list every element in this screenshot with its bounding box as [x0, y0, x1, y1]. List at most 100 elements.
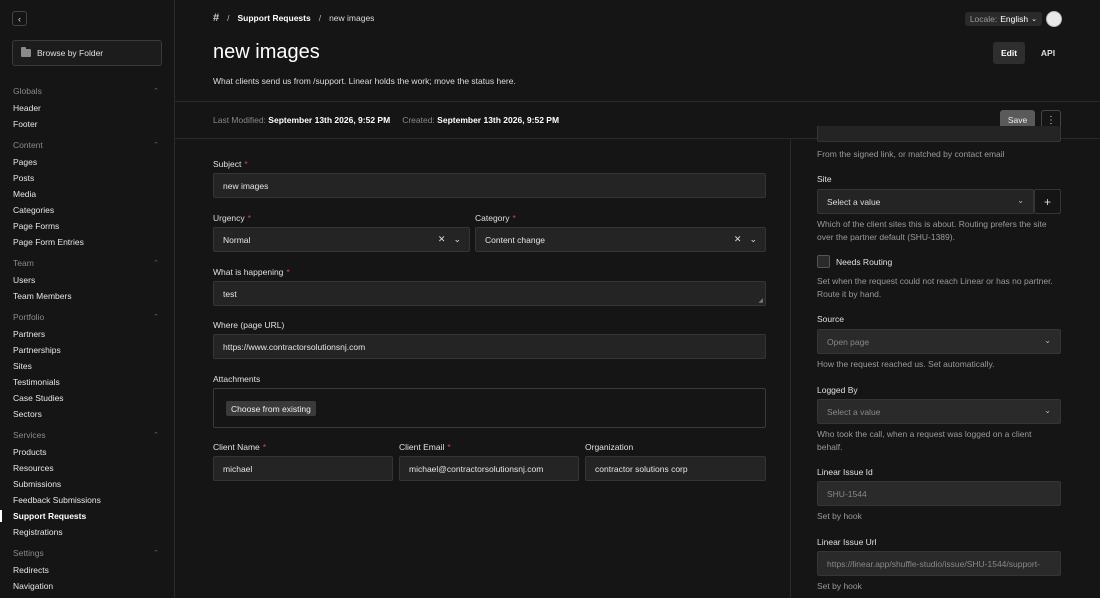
subject-field[interactable]: new images — [213, 173, 766, 198]
sidebar-item-how-it-works[interactable]: How It Works — [0, 594, 174, 598]
sidebar-item-posts[interactable]: Posts — [0, 170, 174, 186]
chevron-down-icon[interactable]: ⌄ — [453, 234, 461, 245]
breadcrumb-current: new images — [329, 13, 375, 23]
site-select[interactable]: Select a value ⌄ — [817, 189, 1034, 214]
organization-field[interactable]: contractor solutions corp — [585, 456, 766, 481]
chevron-down-icon[interactable]: ⌄ — [749, 234, 757, 245]
sidebar-item-case-studies[interactable]: Case Studies — [0, 390, 174, 406]
chevron-up-icon: ⌃ — [153, 550, 159, 557]
resize-handle-icon[interactable]: ◢ — [758, 297, 763, 304]
tab-edit[interactable]: Edit — [993, 42, 1025, 64]
sidebar-item-team-members[interactable]: Team Members — [0, 288, 174, 304]
chevron-down-icon: ⌄ — [1031, 16, 1037, 23]
subject-label: Subject * — [213, 159, 248, 169]
divider — [175, 101, 1100, 102]
source-label: Source — [817, 314, 844, 324]
sidebar-item-testimonials[interactable]: Testimonials — [0, 374, 174, 390]
tab-api[interactable]: API — [1034, 42, 1062, 64]
sidebar-item-page-forms[interactable]: Page Forms — [0, 218, 174, 234]
sidebar-item-redirects[interactable]: Redirects — [0, 562, 174, 578]
source-help: How the request reached us. Set automati… — [817, 359, 995, 369]
sidebar-item-sectors[interactable]: Sectors — [0, 406, 174, 422]
browse-by-folder-button[interactable]: Browse by Folder — [12, 40, 162, 66]
logged-by-help: Who took the call, when a request was lo… — [817, 429, 1032, 452]
client-name-label: Client Name * — [213, 442, 267, 452]
breadcrumb-parent[interactable]: Support Requests — [238, 13, 311, 23]
chevron-up-icon: ⌃ — [153, 88, 159, 95]
what-is-happening-textarea[interactable]: test ◢ — [213, 281, 766, 306]
sidebar-item-users[interactable]: Users — [0, 272, 174, 288]
contact-field[interactable] — [817, 126, 1061, 142]
locale-select[interactable]: Locale: English ⌄ — [964, 12, 1042, 26]
site-help: Which of the client sites this is about.… — [817, 219, 1047, 242]
sidebar-item-media[interactable]: Media — [0, 186, 174, 202]
urgency-select[interactable]: Normal ✕ ⌄ — [213, 227, 470, 252]
logged-by-select[interactable]: Select a value ⌄ — [817, 399, 1061, 424]
chevron-up-icon: ⌃ — [153, 432, 159, 439]
chevron-up-icon: ⌃ — [153, 142, 159, 149]
contact-help: From the signed link, or matched by cont… — [817, 149, 1005, 159]
organization-label: Organization — [585, 442, 634, 452]
what-is-happening-label: What is happening * — [213, 267, 290, 277]
sidebar-group-label: Team — [13, 258, 34, 268]
sidebar-group-content[interactable]: Content ⌃ — [0, 138, 174, 152]
clear-icon[interactable]: ✕ — [734, 234, 742, 245]
main-content: # / Support Requests / new images Locale… — [175, 0, 1100, 598]
sidebar-item-footer[interactable]: Footer — [0, 116, 174, 132]
sidebar-item-page-form-entries[interactable]: Page Form Entries — [0, 234, 174, 250]
clear-icon[interactable]: ✕ — [438, 234, 446, 245]
sidebar-group-team[interactable]: Team ⌃ — [0, 256, 174, 270]
chevron-left-icon: ‹ — [18, 13, 21, 24]
page-title: new images — [213, 41, 320, 63]
choose-from-existing-button[interactable]: Choose from existing — [226, 401, 316, 416]
sidebar-item-header[interactable]: Header — [0, 100, 174, 116]
sidebar-group-globals[interactable]: Globals ⌃ — [0, 84, 174, 98]
sidebar-item-pages[interactable]: Pages — [0, 154, 174, 170]
chevron-down-icon: ⌄ — [1044, 336, 1051, 345]
sidebar-item-support-requests[interactable]: Support Requests — [0, 508, 174, 524]
document-meta: Last Modified: September 13th 2026, 9:52… — [213, 115, 559, 125]
add-site-button[interactable]: + — [1034, 189, 1061, 214]
needs-routing-label: Needs Routing — [836, 257, 893, 267]
sidebar-group-label: Globals — [13, 86, 42, 96]
collapse-sidebar-button[interactable]: ‹ — [12, 11, 27, 26]
last-modified-value: September 13th 2026, 9:52 PM — [268, 115, 391, 125]
client-name-field[interactable]: michael — [213, 456, 393, 481]
site-label: Site — [817, 174, 832, 184]
sidebar-item-submissions[interactable]: Submissions — [0, 476, 174, 492]
sidebar-group-settings[interactable]: Settings ⌃ — [0, 546, 174, 560]
sidebar-item-navigation[interactable]: Navigation — [0, 578, 174, 594]
plus-icon: + — [1043, 194, 1051, 209]
page-url-label: Where (page URL) — [213, 320, 285, 330]
client-email-label: Client Email * — [399, 442, 451, 452]
chevron-up-icon: ⌃ — [153, 314, 159, 321]
sidebar-item-sites[interactable]: Sites — [0, 358, 174, 374]
sidebar-nav: Globals ⌃ Header Footer Content ⌃ Pages Posts Me… — [0, 78, 174, 598]
sidebar-item-partnerships[interactable]: Partnerships — [0, 342, 174, 358]
needs-routing-help: Set when the request could not reach Lin… — [817, 276, 1053, 299]
needs-routing-checkbox[interactable] — [817, 255, 830, 268]
category-select[interactable]: Content change ✕ ⌄ — [475, 227, 766, 252]
sidebar-item-partners[interactable]: Partners — [0, 326, 174, 342]
sidebar-group-services[interactable]: Services ⌃ — [0, 428, 174, 442]
chevron-down-icon: ⌄ — [1017, 196, 1024, 205]
sidebar-item-products[interactable]: Products — [0, 444, 174, 460]
source-select[interactable]: Open page ⌄ — [817, 329, 1061, 354]
sidebar-item-feedback-submissions[interactable]: Feedback Submissions — [0, 492, 174, 508]
client-email-field[interactable]: michael@contractorsolutionsnj.com — [399, 456, 579, 481]
last-modified-label: Last Modified: — [213, 115, 266, 125]
locale-label: Locale: — [969, 14, 998, 24]
sidebar-group-label: Services — [13, 430, 46, 440]
sidebar-item-categories[interactable]: Categories — [0, 202, 174, 218]
page-url-field[interactable]: https://www.contractorsolutionsnj.com — [213, 334, 766, 359]
sidebar-item-registrations[interactable]: Registrations — [0, 524, 174, 540]
sidebar-group-portfolio[interactable]: Portfolio ⌃ — [0, 310, 174, 324]
linear-issue-id-field: SHU-1544 — [817, 481, 1061, 506]
avatar[interactable] — [1046, 11, 1062, 27]
category-label: Category * — [475, 213, 516, 223]
linear-issue-id-help: Set by hook — [817, 511, 862, 521]
sidebar-item-resources[interactable]: Resources — [0, 460, 174, 476]
logo-icon[interactable]: # — [213, 12, 219, 24]
sidebar-group-label: Portfolio — [13, 312, 45, 322]
more-vertical-icon: ⋮ — [1046, 114, 1056, 126]
